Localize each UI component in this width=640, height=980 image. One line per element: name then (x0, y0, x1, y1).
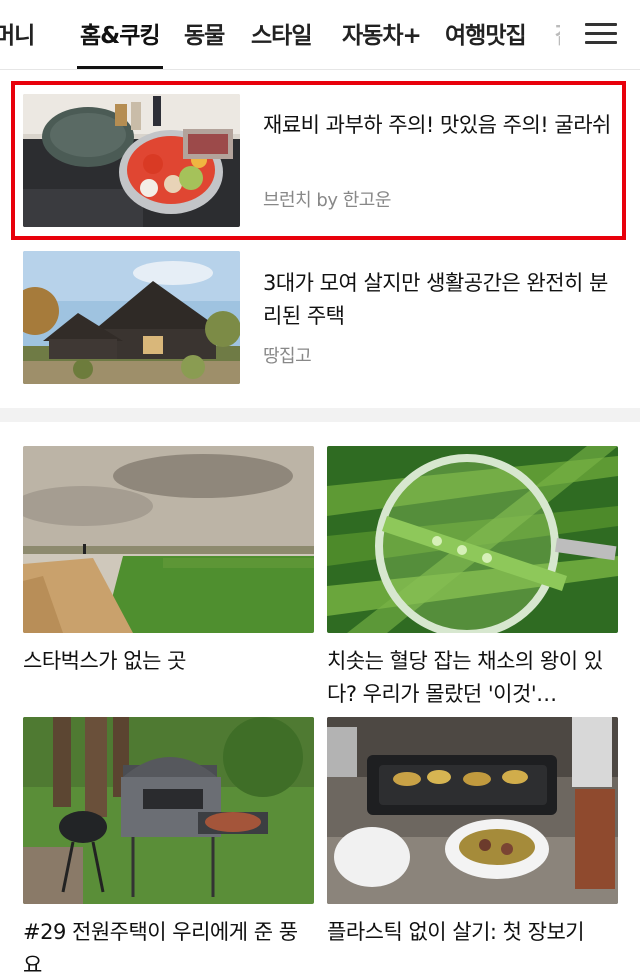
grid-card[interactable]: 플라스틱 없이 살기: 첫 장보기 (327, 717, 618, 949)
card-title[interactable]: 플라스틱 없이 살기: 첫 장보기 (327, 916, 618, 949)
tab-job[interactable]: 잡 (555, 16, 560, 50)
article-thumbnail (23, 251, 240, 384)
list-item[interactable]: 3대가 모여 살지만 생활공간은 완전히 분리된 주택 땅집고 (0, 245, 640, 395)
section-divider (0, 408, 640, 422)
category-tabs: 머니 홈&쿠킹 동물 스타일 자동차+ 여행맛집 잡 (0, 0, 560, 69)
highlight-box (11, 81, 626, 240)
tab-home-cooking[interactable]: 홈&쿠킹 (80, 16, 161, 50)
active-tab-indicator (77, 66, 163, 69)
tab-style[interactable]: 스타일 (251, 16, 312, 50)
category-tab-bar: 머니 홈&쿠킹 동물 스타일 자동차+ 여행맛집 잡 (0, 0, 640, 70)
article-source: 땅집고 (263, 346, 312, 367)
card-title[interactable]: 스타벅스가 없는 곳 (23, 645, 314, 678)
article-title[interactable]: 3대가 모여 살지만 생활공간은 완전히 분리된 주택 (263, 267, 618, 333)
card-image (23, 446, 314, 633)
tab-animals[interactable]: 동물 (184, 16, 225, 50)
card-title[interactable]: 치솟는 혈당 잡는 채소의 왕이 있다? 우리가 몰랐던 '이것'… (327, 645, 618, 711)
grid-card[interactable]: 스타벅스가 없는 곳 (23, 446, 314, 678)
tab-money[interactable]: 머니 (0, 16, 35, 50)
hamburger-menu-icon[interactable] (585, 20, 619, 48)
grid-card[interactable]: 치솟는 혈당 잡는 채소의 왕이 있다? 우리가 몰랐던 '이것'… (327, 446, 618, 711)
tab-travel-food[interactable]: 여행맛집 (445, 16, 527, 50)
card-title[interactable]: #29 전원주택이 우리에게 준 풍요 (23, 916, 314, 980)
card-image (327, 717, 618, 904)
card-image (327, 446, 618, 633)
card-image (23, 717, 314, 904)
grid-card[interactable]: #29 전원주택이 우리에게 준 풍요 (23, 717, 314, 980)
tab-car[interactable]: 자동차+ (342, 16, 422, 50)
